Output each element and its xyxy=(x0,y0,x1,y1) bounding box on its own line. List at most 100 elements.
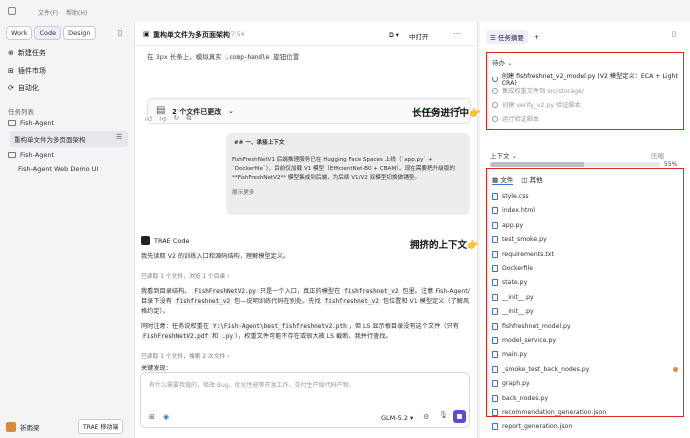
copy-icon[interactable]: ⧉ xyxy=(186,114,191,123)
agent-paragraph-2: 我看到目录结构。 FishFreshNetV2.py 只是一个入口，真正的模型在… xyxy=(141,288,470,315)
chat-input-placeholder[interactable]: 有什么需要我做的，修改 Bug、优化性能等开发工作，交付生产级代码产物。 xyxy=(149,380,355,389)
chevron-right-icon: › xyxy=(227,354,230,360)
model-selector[interactable]: GLM-5.2 ▾ xyxy=(381,414,413,422)
user-profile[interactable]: 祈雨梁 xyxy=(6,422,40,432)
menu-help[interactable]: 帮助(H) xyxy=(66,8,87,17)
context-percent: 55% xyxy=(664,161,678,168)
list-icon: ☰ xyxy=(490,34,496,42)
compress-button[interactable]: 压缩 xyxy=(651,150,664,160)
mode-tab-design[interactable]: Design xyxy=(63,26,96,40)
collapse-sidebar-icon[interactable]: ▯ xyxy=(118,28,122,37)
editor-icon: ⧉ xyxy=(389,31,394,39)
file-list-item[interactable]: __init__.py xyxy=(492,293,678,301)
show-more-link[interactable]: 展示更多 xyxy=(232,189,464,198)
file-list-item[interactable]: report_generation.json xyxy=(492,423,678,431)
nav-automation[interactable]: ⟳ 自动化 xyxy=(8,83,39,93)
chat-input-box[interactable]: 有什么需要我做的，修改 Bug、优化性能等开发工作，交付生产级代码产物。 ⊞ ◉… xyxy=(140,372,470,428)
file-icon xyxy=(492,207,498,215)
thumbs-down-icon[interactable]: 👎︎ xyxy=(159,114,166,123)
folder-icon xyxy=(8,120,16,126)
mic-icon[interactable]: 🎙︎ xyxy=(439,411,448,419)
file-list-item[interactable]: _smoke_test_back_nodes.py xyxy=(492,365,678,373)
task-options-icon[interactable]: ☰ xyxy=(116,133,122,141)
file-list-item[interactable]: app.py xyxy=(492,221,678,229)
panel-layout-icon[interactable]: ▯ xyxy=(672,30,676,38)
file-icon xyxy=(492,409,498,416)
mode-tab-code[interactable]: Code xyxy=(34,26,62,40)
mobile-app-badge[interactable]: TRAE 移动端 xyxy=(78,419,124,434)
sidebar-task-refactor[interactable]: 重构单文件为多页面架构 xyxy=(10,131,128,147)
context-progress-bar xyxy=(490,162,660,167)
file-list-item[interactable]: fishfreshnet_model.py xyxy=(492,322,678,330)
settings-icon[interactable]: ⚙ xyxy=(423,413,429,421)
tab-task-summary[interactable]: ☰ 任务摘要 xyxy=(486,30,528,44)
tool-summary-2[interactable]: 已读取 1 个文件，搜索 2 次文件 › xyxy=(141,351,229,360)
tool-summary-1[interactable]: 已读取 1 个文件，浏览 1 个目录 › xyxy=(141,271,229,280)
annotation-crowded-context: 拥挤的上下文👉 xyxy=(410,240,479,251)
file-icon xyxy=(492,293,498,301)
trae-logo-icon xyxy=(141,236,150,245)
file-icon: ▦ xyxy=(492,176,499,184)
file-icon xyxy=(492,250,498,258)
file-icon xyxy=(492,193,498,200)
todo-label[interactable]: 待办 ⌄ xyxy=(492,57,513,67)
more-options-icon[interactable]: ⋯ xyxy=(453,29,461,38)
file-icon xyxy=(492,322,498,330)
sidebar-group-fish-agent[interactable]: Fish-Agent xyxy=(8,119,126,127)
file-list-item[interactable]: recommendation_generation.json xyxy=(492,409,678,416)
nav-plugin-market[interactable]: ⊞ 插件市场 xyxy=(8,66,46,76)
file-list-item[interactable]: model_service.py xyxy=(492,337,678,344)
open-in-label[interactable]: 中打开 xyxy=(409,31,429,41)
chevron-down-icon: ▾ xyxy=(410,414,414,422)
file-list-item[interactable]: state.py xyxy=(492,279,678,287)
tab-files[interactable]: ▦ 文件 xyxy=(492,174,514,185)
add-tab-icon[interactable]: + xyxy=(534,33,539,41)
task-icon: ▣ xyxy=(143,30,150,38)
file-list-item[interactable]: requirements.txt xyxy=(492,250,678,258)
file-list-item[interactable]: __init__.py xyxy=(492,308,678,316)
feedback-row: 👍︎ 👎︎ ↻ ⧉ xyxy=(145,114,191,123)
thumbs-up-icon[interactable]: 👍︎ xyxy=(145,114,152,123)
user-message-body: FishFreshNetV1 后端推理服务已在 Hugging Face Spa… xyxy=(232,157,455,181)
annotation-long-task: 长任务进行中👉 xyxy=(412,108,481,119)
open-in-button[interactable]: ⧉ ▾ xyxy=(389,31,399,40)
context-icon[interactable]: ◉ xyxy=(163,413,169,421)
file-list-item[interactable]: back_nodes.py xyxy=(492,394,678,402)
menu-file[interactable]: 文件(F) xyxy=(38,8,58,17)
file-list-item[interactable]: Dockerfile xyxy=(492,265,678,272)
attach-icon[interactable]: ⊞ xyxy=(149,413,155,421)
chevron-down-icon: ⌄ xyxy=(511,152,518,160)
file-list-item[interactable]: main.py xyxy=(492,351,678,359)
sidebar-group-fish-agent-2[interactable]: Fish-Agent xyxy=(8,151,126,159)
tab-other[interactable]: ◫ 其他 xyxy=(521,174,542,185)
file-icon xyxy=(492,308,498,316)
chevron-right-icon: › xyxy=(227,274,230,280)
file-list-item[interactable]: test_smoke.py xyxy=(492,236,678,244)
stop-icon xyxy=(457,414,462,419)
message-snippet: 在 3px 长条上，模拟真实 .comp-handle 旋钮位置 xyxy=(147,53,300,61)
file-icon xyxy=(492,394,498,402)
chevron-down-icon: ▾ xyxy=(395,31,399,39)
file-icon xyxy=(492,221,498,229)
file-list-item[interactable]: graph.py xyxy=(492,380,678,388)
retry-icon[interactable]: ↻ xyxy=(173,114,179,123)
context-label[interactable]: 上下文 ⌄ xyxy=(490,150,517,160)
grid-icon: ⊞ xyxy=(8,67,14,75)
todo-item: 创建 fishfreshnet_v2_model.py (V2 模型定义：ECA… xyxy=(492,71,682,87)
file-icon xyxy=(492,279,498,287)
circle-icon xyxy=(492,115,498,122)
mode-tab-work[interactable]: Work xyxy=(6,26,33,40)
right-panel-tabs: ☰ 任务摘要 + xyxy=(486,30,539,44)
context-progress-fill xyxy=(490,162,584,167)
mode-tabs: Work Code Design xyxy=(6,26,96,40)
send-button[interactable] xyxy=(453,410,466,423)
user-message-title: ## 一、承接上下文 xyxy=(234,140,285,146)
file-list-item[interactable]: index.html xyxy=(492,207,678,215)
nav-new-task[interactable]: ⊕ 新建任务 xyxy=(8,48,46,58)
user-message-bubble: ## 一、承接上下文 FishFreshNetV1 后端推理服务已在 Huggi… xyxy=(226,133,470,215)
file-list-item[interactable]: style.css xyxy=(492,193,678,200)
todo-item: 集成权重文件到 src/storage/ xyxy=(492,86,682,95)
modified-indicator xyxy=(673,366,678,372)
todo-item: 运行验证脚本 xyxy=(492,114,682,123)
sidebar-task-web-demo[interactable]: Fish-Agent Web Demo UI xyxy=(18,165,136,173)
